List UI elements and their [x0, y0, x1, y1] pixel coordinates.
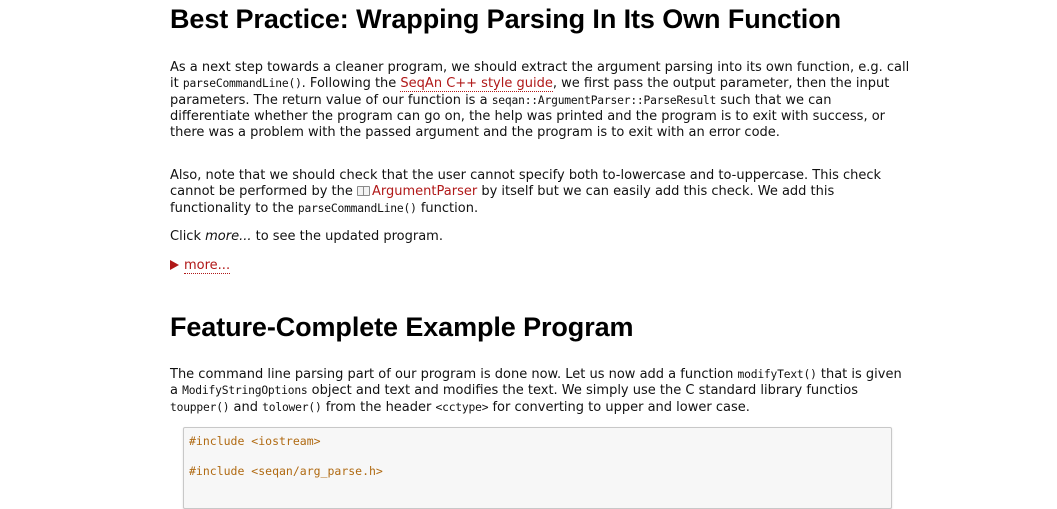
- text: for converting to upper and lower case.: [488, 399, 750, 415]
- inline-code: modifyText(): [737, 368, 817, 381]
- inline-code: tolower(): [262, 400, 322, 414]
- inline-code: parseCommandLine(): [297, 201, 417, 215]
- code-line: #include <seqan/arg_parse.h>: [189, 464, 383, 478]
- paragraph: Click more... to see the updated program…: [170, 229, 910, 245]
- inline-code: toupper(): [170, 400, 230, 414]
- text: object and text and modifies the text. W…: [307, 383, 858, 399]
- argument-parser-link[interactable]: ArgumentParser: [357, 184, 477, 199]
- inline-code: ModifyStringOptions: [182, 384, 308, 398]
- triangle-right-icon: [170, 260, 179, 270]
- more-toggle[interactable]: more...: [170, 258, 231, 274]
- style-guide-link[interactable]: SeqAn C++ style guide: [400, 76, 553, 93]
- book-icon: [357, 186, 370, 197]
- paragraph: As a next step towards a cleaner program…: [170, 60, 910, 141]
- inline-code: <cctype>: [435, 400, 489, 414]
- paragraph: Also, note that we should check that the…: [170, 168, 910, 217]
- link-label: ArgumentParser: [372, 184, 478, 200]
- text: . Following the: [301, 76, 401, 92]
- section-title: Feature-Complete Example Program: [170, 312, 634, 342]
- inline-code: seqan::ArgumentParser::ParseResult: [491, 93, 717, 107]
- code-line: #include <iostream>: [189, 434, 321, 448]
- text: function.: [416, 200, 479, 216]
- text: from the header: [321, 399, 436, 415]
- paragraph: The command line parsing part of our pro…: [170, 367, 910, 416]
- text: and: [229, 399, 263, 415]
- text: to see the updated program.: [251, 229, 443, 244]
- inline-code: parseCommandLine(): [182, 77, 302, 91]
- more-label[interactable]: more...: [184, 258, 231, 274]
- text: The command line parsing part of our pro…: [170, 367, 738, 382]
- emphasis: more...: [205, 229, 252, 244]
- text: Click: [170, 229, 206, 244]
- section-title: Best Practice: Wrapping Parsing In Its O…: [170, 4, 841, 34]
- code-block[interactable]: #include <iostream> #include <seqan/arg_…: [183, 427, 892, 509]
